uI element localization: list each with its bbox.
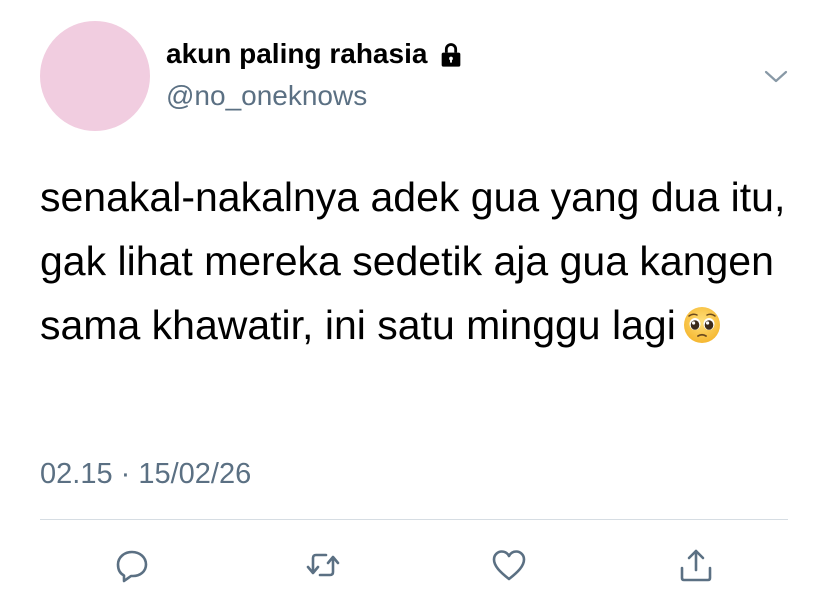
chevron-down-icon[interactable]	[761, 61, 791, 91]
share-icon[interactable]	[677, 546, 715, 584]
user-handle[interactable]: @no_oneknows	[166, 80, 367, 112]
retweet-icon[interactable]	[304, 546, 342, 584]
display-name[interactable]: akun paling rahasia	[166, 38, 427, 70]
avatar[interactable]	[40, 21, 150, 131]
tweet-text: senakal-nakalnya adek gua yang dua itu, …	[40, 165, 800, 357]
tweet-timestamp[interactable]: 02.15 · 15/02/26	[40, 458, 251, 491]
lock-icon	[437, 41, 465, 69]
divider	[40, 519, 788, 520]
reply-icon[interactable]	[113, 546, 151, 584]
like-icon[interactable]	[490, 546, 528, 584]
display-name-row[interactable]: akun paling rahasia	[166, 38, 465, 70]
pleading-face-emoji	[682, 299, 722, 343]
tweet-body: senakal-nakalnya adek gua yang dua itu, …	[40, 174, 786, 348]
